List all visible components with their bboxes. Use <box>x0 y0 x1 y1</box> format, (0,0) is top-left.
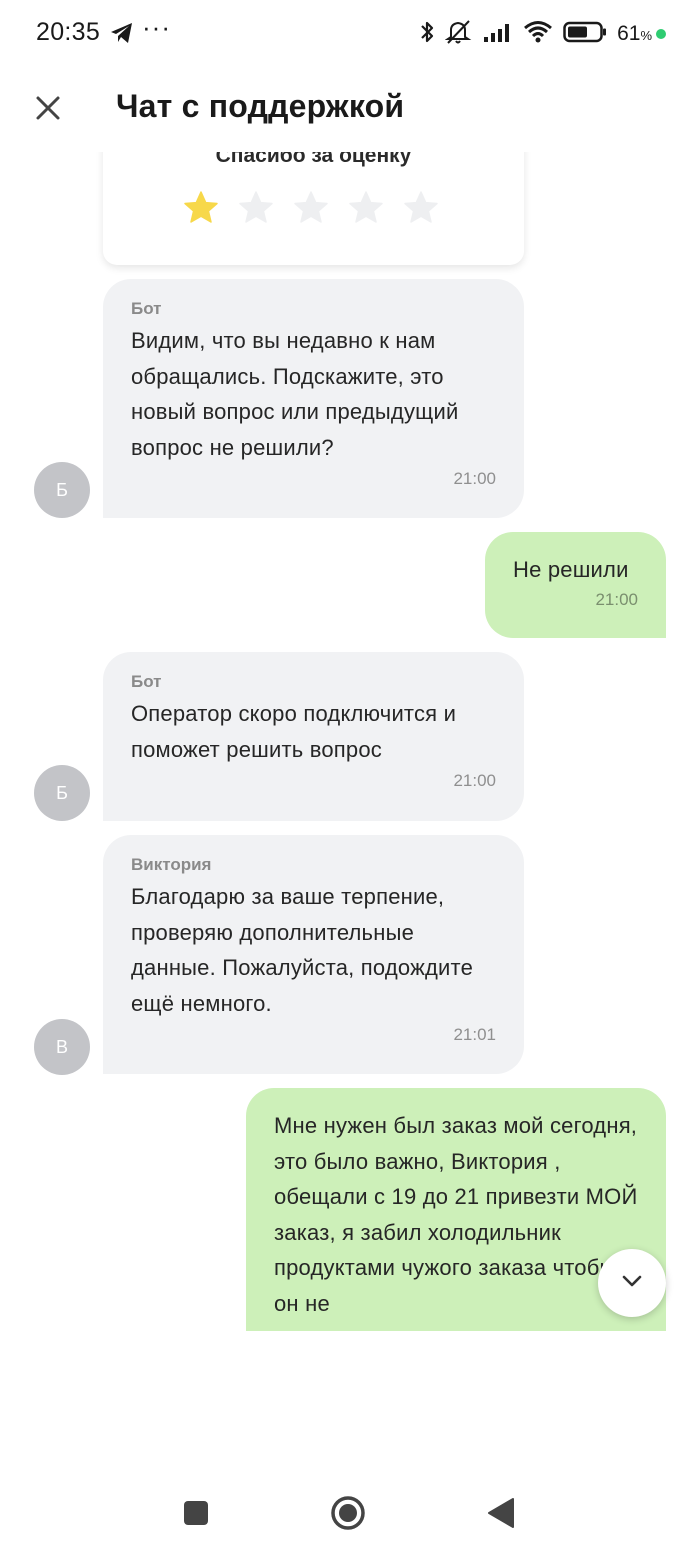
star-icon[interactable] <box>403 190 439 226</box>
status-bar: 20:35 ··· 61% <box>0 0 700 68</box>
message-text: Благодарю за ваше терпение, проверяю доп… <box>131 884 474 1016</box>
message-time: 21:01 <box>453 1025 496 1044</box>
more-notifications-indicator: ··· <box>142 12 171 42</box>
message-text: Мне нужен был заказ мой сегодня, это был… <box>274 1113 638 1316</box>
message-bubble-outgoing: Не решили 21:00 <box>485 532 666 638</box>
message-text: Видим, что вы недавно к нам обращались. … <box>131 328 459 460</box>
message-time: 21:00 <box>453 469 496 488</box>
star-icon[interactable] <box>238 190 274 226</box>
star-rating <box>183 190 439 226</box>
status-time: 20:35 <box>36 18 101 46</box>
wifi-icon <box>523 20 553 49</box>
page-title: Чат с поддержкой <box>116 88 405 124</box>
avatar: Б <box>34 462 90 518</box>
chat-header: Чат с поддержкой <box>0 68 700 152</box>
battery-icon <box>563 21 607 48</box>
message-text: Не решили <box>513 557 629 582</box>
message-text: Оператор скоро подключится и поможет реш… <box>131 701 457 762</box>
battery-percent: 61% <box>617 22 652 45</box>
message-bubble-incoming: Виктория Благодарю за ваше терпение, про… <box>103 835 524 1074</box>
rating-card: Спасибо за оценку <box>103 152 524 265</box>
message-sender: Бот <box>131 672 162 691</box>
message-sender: Виктория <box>131 855 212 874</box>
scroll-to-bottom-button[interactable] <box>598 1249 666 1317</box>
rating-title: Спасибо за оценку <box>215 152 412 167</box>
close-icon[interactable] <box>30 90 66 126</box>
message-time: 21:00 <box>595 590 638 609</box>
signal-icon <box>483 21 513 48</box>
message-time: 21:00 <box>453 771 496 790</box>
chat-messages[interactable]: Спасибо за оценку Бот Видим, что вы неда… <box>0 152 700 1331</box>
recent-apps-icon[interactable] <box>183 1500 209 1531</box>
system-nav-bar <box>0 1470 700 1556</box>
chevron-down-icon <box>621 1274 643 1293</box>
star-icon[interactable] <box>183 190 219 226</box>
message-bubble-incoming: Бот Оператор скоро подключится и поможет… <box>103 652 524 821</box>
avatar: В <box>34 1019 90 1075</box>
home-icon[interactable] <box>330 1495 366 1536</box>
telegram-icon <box>110 22 134 49</box>
mute-icon <box>444 19 473 50</box>
privacy-indicator-dot <box>656 29 666 39</box>
message-sender: Бот <box>131 299 162 318</box>
bluetooth-icon <box>419 19 435 50</box>
message-bubble-incoming: Бот Видим, что вы недавно к нам обращали… <box>103 279 524 518</box>
star-icon[interactable] <box>348 190 384 226</box>
back-icon[interactable] <box>487 1497 515 1534</box>
battery-percent-sign: % <box>640 28 652 43</box>
status-icons: 61% <box>419 19 666 50</box>
star-icon[interactable] <box>293 190 329 226</box>
avatar: Б <box>34 765 90 821</box>
